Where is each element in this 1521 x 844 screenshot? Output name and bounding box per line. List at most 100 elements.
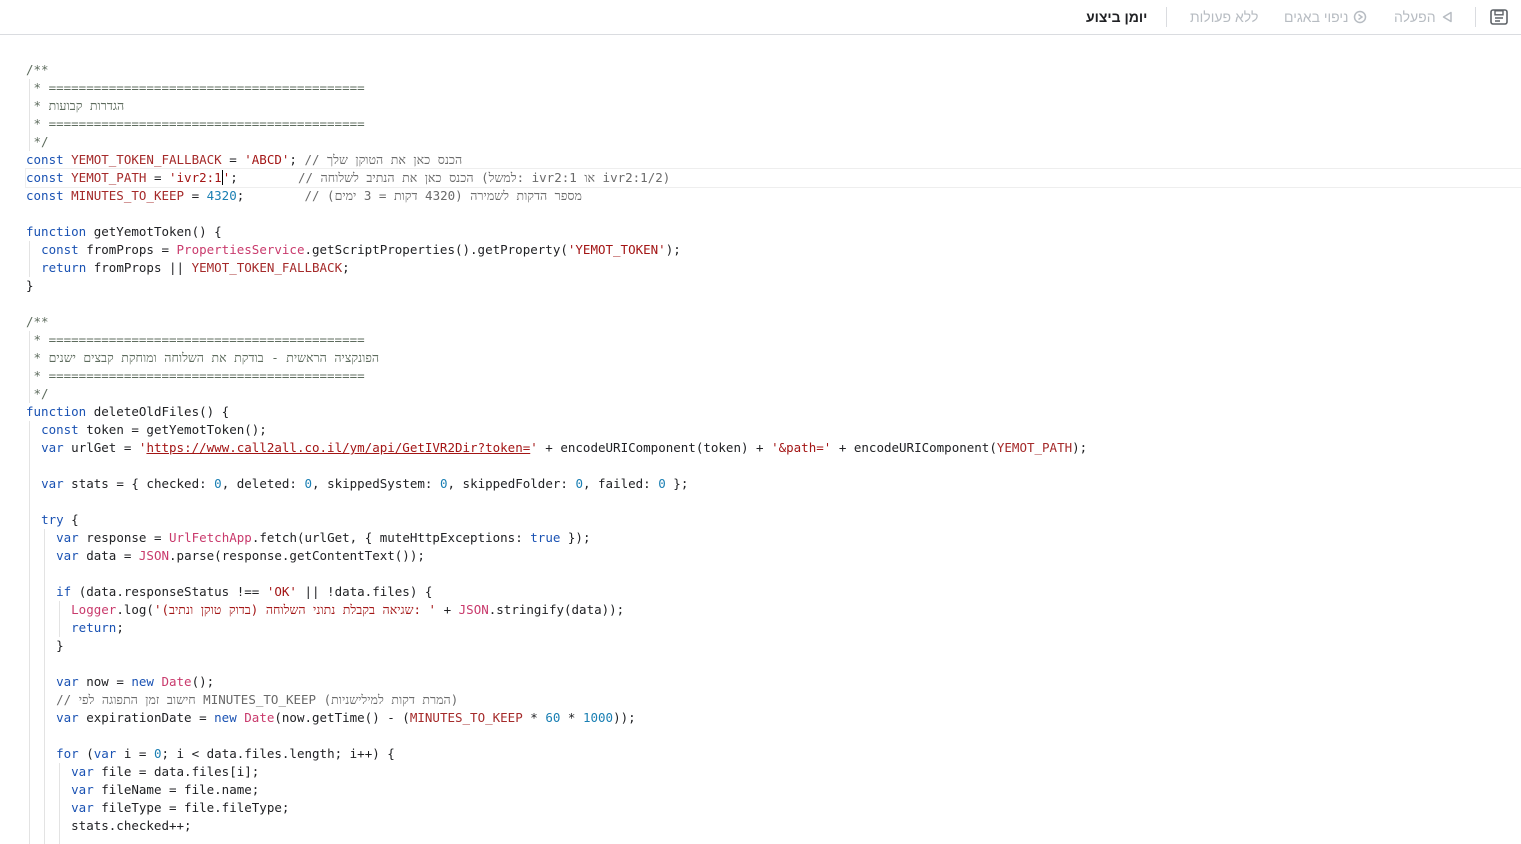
code-token: 4320 bbox=[206, 188, 237, 203]
code-line[interactable]: ​ bbox=[26, 565, 1521, 583]
code-line[interactable]: /** bbox=[26, 61, 1521, 79]
code-token: } bbox=[26, 278, 34, 293]
code-token: return bbox=[71, 620, 117, 635]
code-token: fromProps || bbox=[93, 260, 192, 275]
code-line[interactable]: var now = new Date(); bbox=[26, 673, 1521, 691]
code-token: || !data.files) { bbox=[296, 584, 433, 599]
code-line[interactable]: * ======================================… bbox=[26, 79, 1521, 97]
code-line[interactable]: } bbox=[26, 277, 1521, 295]
code-line[interactable]: ​ bbox=[26, 727, 1521, 745]
code-token: , failed: bbox=[582, 476, 659, 491]
code-line[interactable]: * ======================================… bbox=[26, 115, 1521, 133]
code-token: Date bbox=[244, 710, 275, 725]
code-token: (data.responseStatus !== bbox=[78, 584, 267, 599]
function-select-dropdown[interactable]: ללא פעולות bbox=[1190, 0, 1258, 34]
debug-label: ניפוי באגים bbox=[1284, 9, 1349, 25]
code-line[interactable]: */ bbox=[26, 133, 1521, 151]
code-token: const bbox=[26, 188, 72, 203]
code-token: var bbox=[71, 782, 102, 797]
code-line[interactable] bbox=[26, 835, 1521, 844]
code-line[interactable]: const YEMOT_TOKEN_FALLBACK = 'ABCD'; // … bbox=[26, 151, 1521, 169]
code-token: '&path=' bbox=[771, 440, 832, 455]
code-line[interactable]: ​ bbox=[26, 295, 1521, 313]
code-line[interactable]: * הגדרות קבועות bbox=[26, 97, 1521, 115]
code-token: MINUTES_TO_KEEP bbox=[409, 710, 523, 725]
code-line[interactable]: var file = data.files[i]; bbox=[26, 763, 1521, 781]
code-token: ; i < data.files.length; i++) { bbox=[161, 746, 395, 761]
code-line[interactable]: } bbox=[26, 637, 1521, 655]
code-token: /** bbox=[26, 314, 49, 329]
code-token: function bbox=[26, 224, 94, 239]
code-token: * ======================================… bbox=[26, 368, 365, 383]
code-token: (now.getTime() - ( bbox=[274, 710, 410, 725]
code-line[interactable]: var stats = { checked: 0, deleted: 0, sk… bbox=[26, 475, 1521, 493]
code-line[interactable]: ​ bbox=[26, 655, 1521, 673]
code-token: for bbox=[56, 746, 87, 761]
code-token: stats.checked++; bbox=[26, 818, 192, 833]
code-token: 'שגיאה בקבלת נתוני השלוחה (בדוק טוקן ונת… bbox=[153, 602, 437, 617]
run-button[interactable]: הפעלה bbox=[1394, 0, 1453, 34]
code-line[interactable]: stats.checked++; bbox=[26, 817, 1521, 835]
code-line[interactable]: ​ bbox=[26, 457, 1521, 475]
code-line[interactable]: /** bbox=[26, 313, 1521, 331]
code-line[interactable]: // חישוב זמן התפוגה לפי MINUTES_TO_KEEP … bbox=[26, 691, 1521, 709]
code-token: return bbox=[41, 260, 94, 275]
code-line[interactable]: Logger.log('שגיאה בקבלת נתוני השלוחה (בד… bbox=[26, 601, 1521, 619]
debug-button[interactable]: ניפוי באגים bbox=[1284, 0, 1367, 34]
code-editor[interactable]: /** * ==================================… bbox=[0, 36, 1521, 844]
code-token: const bbox=[41, 422, 87, 437]
code-token: const bbox=[26, 170, 72, 185]
code-line[interactable]: return fromProps || YEMOT_TOKEN_FALLBACK… bbox=[26, 259, 1521, 277]
code-token[interactable]: https://www.call2all.co.il/ym/api/GetIVR… bbox=[146, 440, 530, 455]
code-line[interactable]: ​ bbox=[26, 493, 1521, 511]
code-line[interactable]: * ======================================… bbox=[26, 367, 1521, 385]
code-token: } bbox=[26, 638, 64, 653]
code-line[interactable]: function getYemotToken() { bbox=[26, 223, 1521, 241]
code-line[interactable]: var expirationDate = new Date(now.getTim… bbox=[26, 709, 1521, 727]
execution-log-button[interactable]: יומן ביצוע bbox=[1086, 0, 1147, 34]
code-line[interactable]: * ======================================… bbox=[26, 331, 1521, 349]
code-line[interactable]: try { bbox=[26, 511, 1521, 529]
code-token: 0 bbox=[153, 746, 162, 761]
code-token: deleteOldFiles() { bbox=[93, 404, 230, 419]
code-line[interactable]: */ bbox=[26, 385, 1521, 403]
code-line[interactable]: for (var i = 0; i < data.files.length; i… bbox=[26, 745, 1521, 763]
code-line[interactable]: var response = UrlFetchApp.fetch(urlGet,… bbox=[26, 529, 1521, 547]
code-token: const bbox=[41, 242, 87, 257]
code-token: token = getYemotToken(); bbox=[86, 422, 267, 437]
code-line[interactable]: var urlGet = 'https://www.call2all.co.il… bbox=[26, 439, 1521, 457]
save-drive-icon bbox=[1489, 8, 1509, 26]
save-button[interactable] bbox=[1489, 0, 1509, 34]
code-line[interactable]: var fileType = file.fileType; bbox=[26, 799, 1521, 817]
code-token: ( bbox=[86, 746, 94, 761]
code-token: , deleted: bbox=[221, 476, 305, 491]
code-token: var bbox=[56, 674, 87, 689]
code-token: var bbox=[41, 476, 72, 491]
code-token: 0 bbox=[304, 476, 313, 491]
code-line[interactable]: var data = JSON.parse(response.getConten… bbox=[26, 547, 1521, 565]
code-line[interactable]: return; bbox=[26, 619, 1521, 637]
code-token: var bbox=[56, 530, 87, 545]
code-line[interactable]: const token = getYemotToken(); bbox=[26, 421, 1521, 439]
code-line[interactable]: const MINUTES_TO_KEEP = 4320; // מספר הד… bbox=[26, 187, 1521, 205]
code-line[interactable]: var fileName = file.name; bbox=[26, 781, 1521, 799]
code-token: ); bbox=[665, 242, 681, 257]
code-token: JSON bbox=[138, 548, 170, 563]
code-token: fileType = file.fileType; bbox=[101, 800, 290, 815]
code-token: { bbox=[71, 512, 79, 527]
code-line[interactable]: if (data.responseStatus !== 'OK' || !dat… bbox=[26, 583, 1521, 601]
code-token: YEMOT_PATH bbox=[71, 170, 147, 185]
code-line[interactable]: const YEMOT_PATH = 'ivr2:1'; // הכנס כאן… bbox=[26, 169, 1521, 187]
code-line[interactable]: function deleteOldFiles() { bbox=[26, 403, 1521, 421]
code-line[interactable]: ​ bbox=[26, 205, 1521, 223]
code-token: if bbox=[56, 584, 79, 599]
code-line[interactable]: * הפונקציה הראשית - בודקת את השלוחה ומוח… bbox=[26, 349, 1521, 367]
code-line[interactable]: const fromProps = PropertiesService.getS… bbox=[26, 241, 1521, 259]
code-token: * ======================================… bbox=[26, 80, 365, 95]
code-token: + encodeURIComponent( bbox=[831, 440, 997, 455]
